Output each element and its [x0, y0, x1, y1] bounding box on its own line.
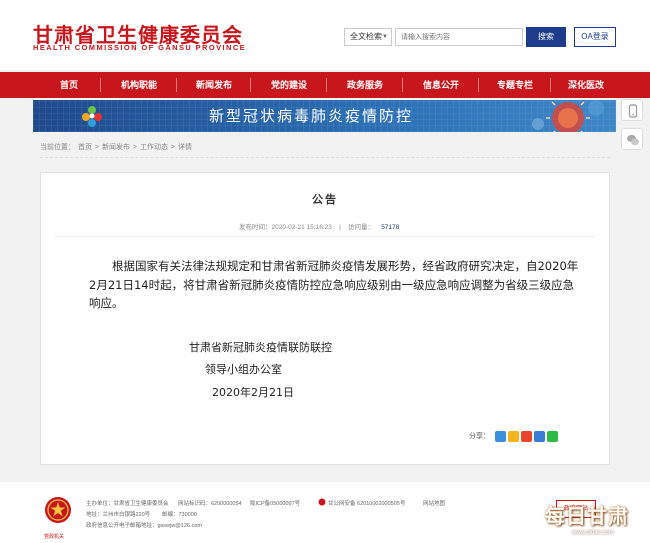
mobile-version-button[interactable] [621, 99, 643, 121]
nav-divider [326, 78, 327, 92]
publish-time-label: 发布时间： [239, 224, 272, 231]
nav-item-home[interactable]: 首页 [40, 72, 98, 98]
watermark-logo: 每日甘肃 [545, 506, 629, 528]
article-date: 2020年2月21日 [212, 386, 294, 399]
nav-divider [250, 78, 251, 92]
footer-sitemap-link[interactable]: 网站地图 [423, 499, 445, 507]
site-header: 甘肃省卫生健康委员会 HEALTH COMMISSION OF GANSU PR… [0, 0, 650, 70]
covid-banner[interactable]: 新型冠状病毒肺炎疫情防控 [33, 100, 616, 132]
views-count: 57178 [381, 224, 400, 231]
search-scope-label: 全文检索 [350, 32, 382, 41]
nav-item-topics[interactable]: 专题专栏 [482, 72, 548, 98]
breadcrumb-item-detail: 详情 [177, 144, 192, 151]
share-tencent-icon[interactable] [534, 431, 545, 442]
article-panel: 公告 发布时间：2020-02-21 15:16:23 | 访问量： 57178… [40, 172, 610, 465]
article-meta: 发布时间：2020-02-21 15:16:23 | 访问量： 57178 [239, 224, 400, 231]
share-qzone-icon[interactable] [508, 431, 519, 442]
nav-item-news[interactable]: 新闻发布 [180, 72, 248, 98]
views-label: 访问量： [348, 224, 374, 231]
signature-line-2: 领导小组办公室 [205, 363, 282, 376]
nav-item-party[interactable]: 党的建设 [254, 72, 324, 98]
nav-item-functions[interactable]: 机构职能 [104, 72, 174, 98]
article-body: 根据国家有关法律法规规定和甘肃省新冠肺炎疫情发展形势，经省政府研究决定，自202… [89, 259, 579, 310]
main-nav: 首页 机构职能 新闻发布 党的建设 政务服务 信息公开 专题专栏 深化医改 [0, 72, 650, 98]
breadcrumb-separator: > [94, 144, 99, 151]
breadcrumb-divider [40, 157, 610, 158]
search-input[interactable] [395, 28, 523, 46]
share-more-icon[interactable] [495, 431, 506, 442]
mobile-icon [628, 104, 638, 118]
search-button[interactable]: 搜索 [526, 27, 566, 47]
footer-police-record[interactable]: 甘公网安备 62010002000505号 [328, 499, 405, 507]
nav-item-services[interactable]: 政务服务 [330, 72, 400, 98]
footer-postcode: 邮编：730000 [162, 512, 197, 518]
publish-time: 2020-02-21 15:16:23 [271, 224, 332, 231]
shield-emblem-icon [82, 106, 102, 127]
footer-email: 政府信息公开电子邮箱地址：gsswjw@126.com [86, 523, 202, 529]
breadcrumb-item-work[interactable]: 工作动态 [140, 144, 168, 151]
share-wechat-icon[interactable] [547, 431, 558, 442]
breadcrumb-label: 当前位置： [40, 144, 75, 151]
signature-line-1: 甘肃省新冠肺炎疫情联防联控 [189, 341, 332, 354]
breadcrumb-item-home[interactable]: 首页 [78, 144, 92, 151]
banner-title: 新型冠状病毒肺炎疫情防控 [209, 107, 414, 125]
emblem-label: 党政机关 [44, 534, 65, 540]
wechat-icon [627, 134, 639, 145]
chevron-down-icon: ▼ [382, 34, 388, 40]
party-govt-emblem-icon [45, 497, 71, 523]
oa-login-button[interactable]: OA登录 [574, 27, 616, 47]
share-label: 分享： [469, 433, 490, 440]
nav-item-info[interactable]: 信息公开 [406, 72, 476, 98]
footer-sponsor: 主办单位：甘肃省卫生健康委员会 [86, 501, 169, 507]
nav-divider [550, 78, 551, 92]
watermark-url: www.dxbei.com [572, 530, 614, 536]
footer-icp[interactable]: 陇ICP备05000097号 [250, 499, 300, 507]
breadcrumb-separator: > [132, 144, 137, 151]
wechat-button[interactable] [621, 128, 643, 150]
nav-divider [402, 78, 403, 92]
footer-site-id: 网站标识码：6200000054 [178, 501, 242, 507]
site-logo-en: HEALTH COMMISSION OF GANSU PROVINCE [33, 43, 247, 52]
nav-divider [478, 78, 479, 92]
virus-icon [532, 100, 604, 132]
nav-item-reform[interactable]: 深化医改 [554, 72, 618, 98]
breadcrumb-separator: > [170, 144, 175, 151]
share-weibo-icon[interactable] [521, 431, 532, 442]
footer-address: 地址：兰州市白银路220号 [86, 512, 151, 518]
breadcrumb: 当前位置： 首页 > 新闻发布 > 工作动态 > 详情 [40, 142, 193, 152]
nav-divider [100, 78, 101, 92]
search-scope-select[interactable]: 全文检索 ▼ [344, 28, 392, 46]
police-badge-icon [318, 498, 326, 506]
breadcrumb-item-news[interactable]: 新闻发布 [102, 144, 130, 151]
nav-divider [176, 78, 177, 92]
article-title: 公告 [312, 194, 338, 206]
meta-divider [55, 236, 595, 237]
share-icons [495, 429, 560, 447]
